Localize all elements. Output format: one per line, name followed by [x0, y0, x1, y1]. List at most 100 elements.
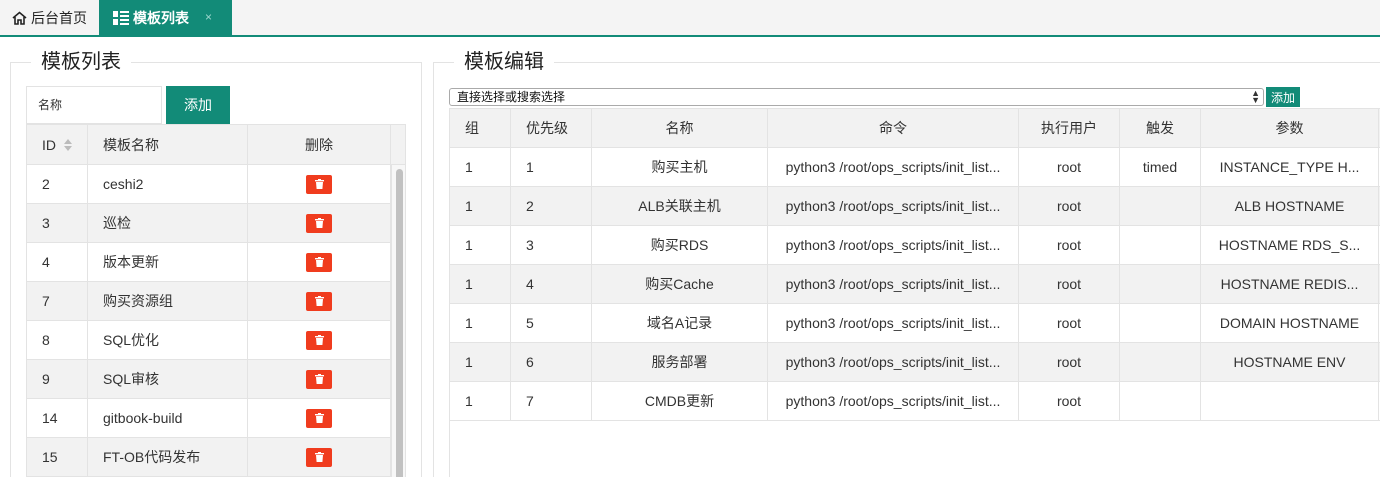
row-trigger [1120, 304, 1201, 342]
tab-template-list[interactable]: 模板列表 × [99, 0, 232, 35]
add-template-button[interactable]: 添加 [166, 86, 230, 124]
row-user: root [1019, 187, 1120, 225]
row-trigger [1120, 343, 1201, 381]
table-row[interactable]: 1 5 域名A记录 python3 /root/ops_scripts/init… [450, 304, 1380, 343]
row-name: ALB关联主机 [592, 187, 768, 225]
trash-icon [314, 179, 324, 189]
row-user: root [1019, 304, 1120, 342]
row-priority: 4 [511, 265, 592, 303]
row-params: DOMAIN HOSTNAME [1201, 304, 1379, 342]
row-group: 1 [450, 343, 511, 381]
row-group: 1 [450, 304, 511, 342]
table-row[interactable]: 1 1 购买主机 python3 /root/ops_scripts/init_… [450, 148, 1380, 187]
template-edit-legend: 模板编辑 [454, 49, 554, 75]
delete-button[interactable] [306, 447, 332, 467]
table-row: 9 SQL审核 [27, 360, 391, 399]
row-params: HOSTNAME ENV [1201, 343, 1379, 381]
template-table: ID 模板名称 删除 2 ceshi2 3 巡检 4 版本更新 7 购买资源组 … [26, 124, 406, 477]
column-header-group[interactable]: 组 [450, 109, 511, 147]
row-params: ALB HOSTNAME [1201, 187, 1379, 225]
home-icon [12, 10, 27, 25]
delete-button[interactable] [306, 213, 332, 233]
trash-icon [314, 413, 324, 423]
row-group: 1 [450, 226, 511, 264]
row-id: 4 [27, 243, 88, 281]
column-header-command: 命令 [768, 109, 1019, 147]
row-name: FT-OB代码发布 [88, 438, 248, 476]
row-user: root [1019, 148, 1120, 186]
sort-icon[interactable] [487, 120, 503, 136]
row-group: 1 [450, 265, 511, 303]
trash-icon [314, 296, 324, 306]
row-name: 服务部署 [592, 343, 768, 381]
row-name: SQL优化 [88, 321, 248, 359]
row-command: python3 /root/ops_scripts/init_list... [768, 226, 1019, 264]
delete-button[interactable] [306, 369, 332, 389]
template-name-input[interactable]: 名称 [26, 86, 162, 124]
table-row[interactable]: 1 6 服务部署 python3 /root/ops_scripts/init_… [450, 343, 1380, 382]
row-command: python3 /root/ops_scripts/init_list... [768, 304, 1019, 342]
row-user: root [1019, 343, 1120, 381]
row-trigger: timed [1120, 148, 1201, 186]
scrollbar-thumb[interactable] [396, 169, 403, 477]
table-row: 8 SQL优化 [27, 321, 391, 360]
trash-icon [314, 257, 324, 267]
close-icon[interactable]: × [205, 10, 212, 24]
table-row: 2 ceshi2 [27, 165, 391, 204]
row-trigger [1120, 382, 1201, 420]
row-command: python3 /root/ops_scripts/init_list... [768, 265, 1019, 303]
add-step-button[interactable]: 添加 [1266, 87, 1300, 107]
template-table-header: ID 模板名称 删除 [27, 125, 405, 165]
row-group: 1 [450, 382, 511, 420]
table-scrollbar[interactable] [391, 165, 405, 477]
tab-bar: 后台首页 模板列表 × [0, 0, 1380, 37]
row-priority: 1 [511, 148, 592, 186]
row-name: SQL审核 [88, 360, 248, 398]
table-row: 4 版本更新 [27, 243, 391, 282]
column-header-params: 参数 [1201, 109, 1379, 147]
table-row[interactable]: 1 4 购买Cache python3 /root/ops_scripts/in… [450, 265, 1380, 304]
row-name: gitbook-build [88, 399, 248, 437]
table-row: 15 FT-OB代码发布 [27, 438, 391, 477]
delete-button[interactable] [306, 408, 332, 428]
row-priority: 7 [511, 382, 592, 420]
column-header-id[interactable]: ID [27, 125, 88, 164]
row-id: 3 [27, 204, 88, 242]
sort-icon[interactable] [64, 138, 72, 151]
trash-icon [314, 218, 324, 228]
delete-button[interactable] [306, 174, 332, 194]
table-row[interactable]: 1 2 ALB关联主机 python3 /root/ops_scripts/in… [450, 187, 1380, 226]
row-name: 购买Cache [592, 265, 768, 303]
tab-template-list-label: 模板列表 [133, 9, 189, 26]
delete-button[interactable] [306, 252, 332, 272]
template-select[interactable]: 直接选择或搜索选择 ▲ ▼ [449, 88, 1264, 106]
row-trigger [1120, 187, 1201, 225]
row-params: HOSTNAME REDIS... [1201, 265, 1379, 303]
row-group: 1 [450, 187, 511, 225]
template-list-legend: 模板列表 [31, 49, 131, 75]
row-command: python3 /root/ops_scripts/init_list... [768, 382, 1019, 420]
row-name: 域名A记录 [592, 304, 768, 342]
select-arrows-icon: ▲ ▼ [1251, 88, 1260, 105]
table-row[interactable]: 1 7 CMDB更新 python3 /root/ops_scripts/ini… [450, 382, 1380, 421]
row-id: 15 [27, 438, 88, 476]
row-priority: 5 [511, 304, 592, 342]
row-command: python3 /root/ops_scripts/init_list... [768, 187, 1019, 225]
table-row: 14 gitbook-build [27, 399, 391, 438]
step-table-header: 组 优先级 名称 命令 执行用户 触发 参数 [450, 109, 1380, 148]
tab-home[interactable]: 后台首页 [0, 0, 98, 35]
column-header-delete: 删除 [248, 125, 391, 164]
row-user: root [1019, 226, 1120, 264]
row-user: root [1019, 382, 1120, 420]
row-params [1201, 382, 1379, 420]
delete-button[interactable] [306, 330, 332, 350]
row-name: 购买主机 [592, 148, 768, 186]
column-header-trigger: 触发 [1120, 109, 1201, 147]
column-header-user: 执行用户 [1019, 109, 1120, 147]
row-user: root [1019, 265, 1120, 303]
delete-button[interactable] [306, 291, 332, 311]
table-row[interactable]: 1 3 购买RDS python3 /root/ops_scripts/init… [450, 226, 1380, 265]
row-priority: 6 [511, 343, 592, 381]
row-params: HOSTNAME RDS_S... [1201, 226, 1379, 264]
table-row: 7 购买资源组 [27, 282, 391, 321]
